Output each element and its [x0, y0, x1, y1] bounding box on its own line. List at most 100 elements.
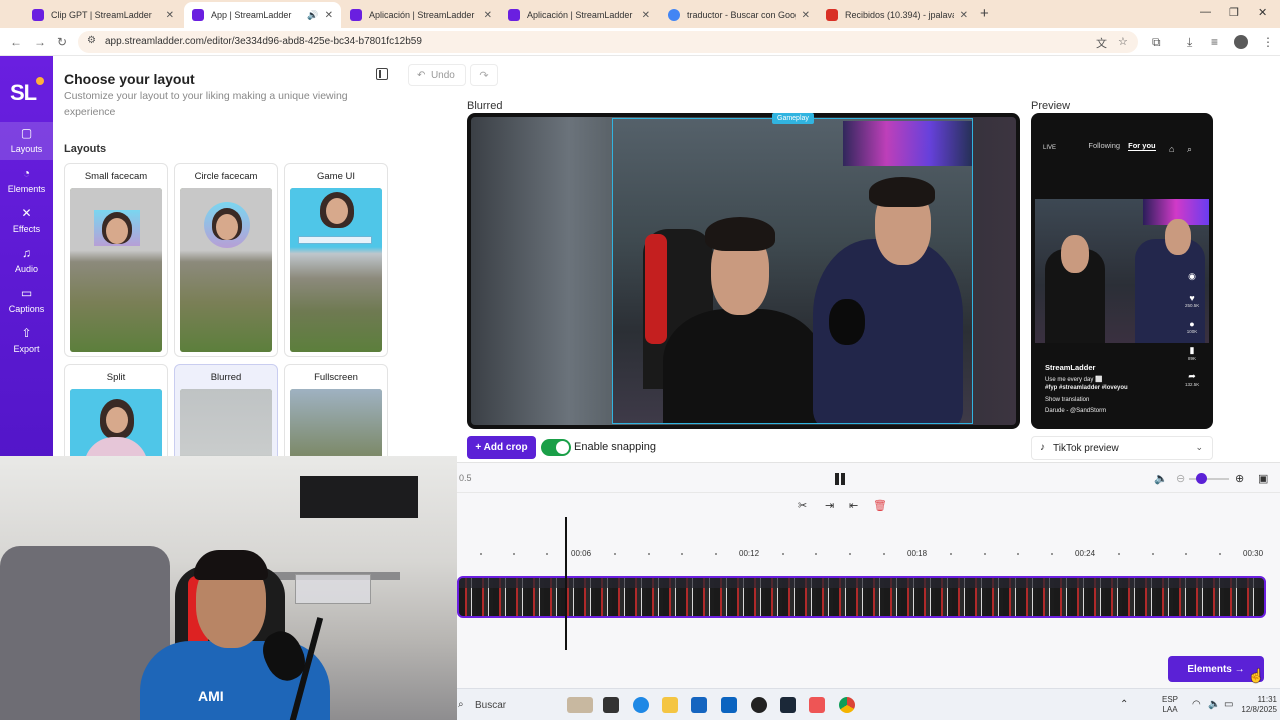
- browser-tab[interactable]: Recibidos (10.394) - jpalava19@ ✕: [818, 2, 976, 28]
- shirt-print-text: AMI: [198, 688, 224, 704]
- close-tab-icon[interactable]: ✕: [166, 10, 174, 21]
- browser-tab[interactable]: Aplicación | StreamLadder ✕: [342, 2, 500, 28]
- back-icon[interactable]: ←: [10, 35, 22, 49]
- gameplay-crop-box[interactable]: [612, 118, 973, 424]
- add-crop-button[interactable]: + Add crop: [467, 436, 536, 459]
- close-window-icon[interactable]: ✕: [1258, 6, 1267, 19]
- pause-button[interactable]: [835, 473, 845, 485]
- trim-start-icon[interactable]: ⇤: [849, 499, 858, 512]
- tiktok-preview-phone: LIVE Following For you ⌂ ⌕ ◉ ♥ 250.5K ● 10…: [1031, 113, 1213, 429]
- speaker-icon[interactable]: 🔊: [307, 10, 318, 21]
- language-indicator[interactable]: ESP LAA: [1162, 695, 1178, 715]
- browser-tab-active[interactable]: App | StreamLadder 🔊 ✕: [184, 2, 341, 28]
- fit-timeline-icon[interactable]: ▣: [1258, 472, 1268, 485]
- translate-icon[interactable]: 文: [1096, 35, 1107, 51]
- menu-dots-icon[interactable]: ⋮: [1262, 35, 1274, 49]
- layout-card-blurred[interactable]: Blurred: [174, 364, 278, 456]
- sidebar-item-effects[interactable]: ✕ Effects: [0, 202, 53, 240]
- playback-speed[interactable]: 0.5: [459, 473, 472, 483]
- forward-icon[interactable]: →: [34, 35, 46, 49]
- app-icon[interactable]: [809, 697, 825, 713]
- redo-button[interactable]: ↷: [470, 64, 498, 86]
- comment-count: 100K: [1186, 329, 1198, 334]
- minimize-icon[interactable]: —: [1200, 6, 1211, 18]
- delete-icon[interactable]: 🗑: [873, 499, 887, 512]
- obs-icon[interactable]: [751, 697, 767, 713]
- site-settings-icon[interactable]: ⚙: [87, 35, 96, 46]
- timeline-tick-dot: [614, 553, 616, 555]
- reload-icon[interactable]: ↻: [57, 35, 67, 49]
- video-track-clip[interactable]: [457, 576, 1266, 618]
- outlook-icon[interactable]: [721, 697, 737, 713]
- timeline-tick-label: 00:06: [571, 549, 592, 558]
- tab-title: Clip GPT | StreamLadder: [51, 10, 152, 20]
- tab-search-icon[interactable]: ≡: [1211, 35, 1218, 49]
- zoom-out-icon[interactable]: ⊖: [1176, 472, 1185, 485]
- task-view-icon[interactable]: [603, 697, 619, 713]
- edge-icon[interactable]: [633, 697, 649, 713]
- sidebar-item-layouts[interactable]: ▢ Layouts: [0, 122, 53, 160]
- snapping-toggle[interactable]: [541, 439, 571, 456]
- video-stage[interactable]: Gameplay: [467, 113, 1020, 429]
- layout-card-label: Fullscreen: [314, 372, 358, 383]
- tray-chevron-icon[interactable]: ⌃: [1120, 699, 1128, 710]
- close-tab-icon[interactable]: ✕: [325, 10, 333, 21]
- sidebar-item-export[interactable]: ⇧ Export: [0, 322, 53, 360]
- profile-avatar[interactable]: [1234, 35, 1248, 49]
- widget-icon[interactable]: [567, 697, 593, 713]
- zoom-slider-handle[interactable]: [1196, 473, 1207, 484]
- layout-card-small-facecam[interactable]: Small facecam: [64, 163, 168, 357]
- address-bar[interactable]: ⚙ app.streamladder.com/editor/3e334d96-a…: [78, 31, 1138, 53]
- timeline-tick-dot: [1051, 553, 1053, 555]
- layouts-icon: ▢: [20, 126, 33, 140]
- store-icon[interactable]: [691, 697, 707, 713]
- extensions-icon[interactable]: ⧉: [1152, 35, 1161, 50]
- tab-title: Aplicación | StreamLadder: [527, 10, 633, 20]
- zoom-slider-track[interactable]: [1189, 478, 1229, 480]
- volume-tray-icon[interactable]: 🔈: [1208, 699, 1220, 710]
- language-code: ESP: [1162, 695, 1179, 704]
- close-tab-icon[interactable]: ✕: [960, 10, 968, 21]
- file-explorer-icon[interactable]: [662, 697, 678, 713]
- timeline-tick-dot: [715, 553, 717, 555]
- browser-tab[interactable]: traductor - Buscar con Google ✕: [660, 2, 818, 28]
- layout-card-split[interactable]: Split: [64, 364, 168, 456]
- save-count: 89K: [1187, 356, 1196, 361]
- layout-card-circle-facecam[interactable]: Circle facecam: [174, 163, 278, 357]
- tab-title: App | StreamLadder: [211, 10, 292, 20]
- chrome-icon[interactable]: [839, 697, 855, 713]
- wifi-icon[interactable]: ◠: [1192, 699, 1201, 710]
- steam-icon[interactable]: [780, 697, 796, 713]
- browser-tab[interactable]: Aplicación | StreamLadder ✕: [500, 2, 658, 28]
- bookmark-star-icon[interactable]: ☆: [1118, 35, 1128, 48]
- sidebar-item-audio[interactable]: ♫ Audio: [0, 242, 53, 280]
- timeline-tick-dot: [480, 553, 482, 555]
- gmail-favicon-icon: [826, 9, 838, 21]
- zoom-in-icon[interactable]: ⊕: [1235, 472, 1244, 485]
- volume-icon[interactable]: 🔈: [1154, 472, 1168, 485]
- layout-card-game-ui[interactable]: Game UI: [284, 163, 388, 357]
- preview-platform-select[interactable]: ♪ TikTok preview ⌄: [1031, 436, 1213, 460]
- timeline-tick-label: 00:24: [1075, 549, 1096, 558]
- close-tab-icon[interactable]: ✕: [484, 10, 492, 21]
- new-tab-icon[interactable]: +: [980, 5, 989, 22]
- close-tab-icon[interactable]: ✕: [802, 10, 810, 21]
- close-tab-icon[interactable]: ✕: [642, 10, 650, 21]
- sidebar-item-elements[interactable]: ◔ Elements: [0, 162, 53, 200]
- playhead[interactable]: [565, 517, 567, 650]
- layout-thumbnail: [180, 188, 272, 352]
- sidebar-item-captions[interactable]: ▭ Captions: [0, 282, 53, 320]
- maximize-icon[interactable]: ❐: [1229, 6, 1239, 19]
- layout-thumbnail: [70, 188, 162, 352]
- download-icon[interactable]: ⤓: [1187, 35, 1192, 50]
- trim-end-icon[interactable]: ⇥: [825, 499, 834, 512]
- undo-button[interactable]: ↶ Undo: [408, 64, 466, 86]
- browser-tab[interactable]: Clip GPT | StreamLadder ✕: [24, 2, 182, 28]
- undo-label: Undo: [430, 70, 455, 81]
- collapse-panel-icon[interactable]: [376, 68, 388, 80]
- clock[interactable]: 11:31 12/8/2025: [1237, 695, 1277, 715]
- split-scissors-icon[interactable]: ✂: [798, 499, 807, 512]
- layout-card-fullscreen[interactable]: Fullscreen: [284, 364, 388, 456]
- battery-icon[interactable]: ▭: [1224, 699, 1233, 710]
- layout-panel: Choose your layout Customize your layout…: [53, 56, 400, 456]
